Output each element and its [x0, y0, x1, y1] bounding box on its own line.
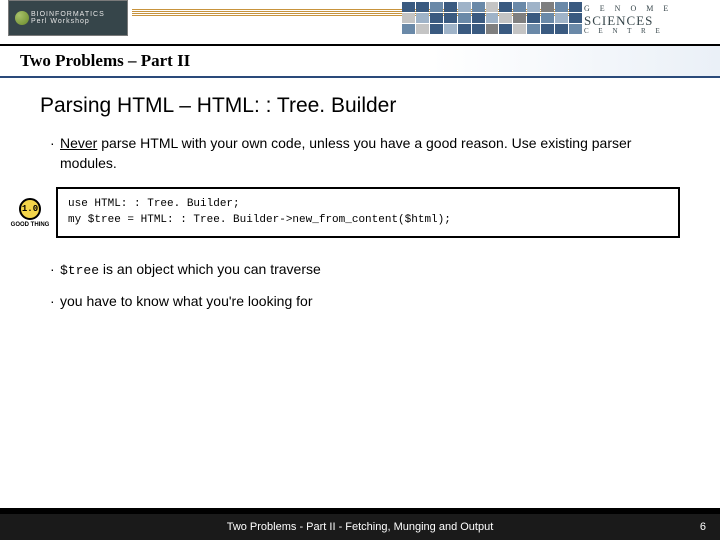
good-thing-badge: 1.0 GOOD THING	[10, 198, 50, 228]
bullet-1: Never parse HTML with your own code, unl…	[0, 134, 720, 173]
bullet-2-text: is an object which you can traverse	[99, 261, 321, 277]
bullet-1-underline: Never	[60, 135, 97, 151]
bullet-2-code: $tree	[60, 263, 99, 278]
footer-row: Two Problems - Part II - Fetching, Mungi…	[0, 514, 720, 540]
title-bar: Two Problems – Part II	[0, 44, 720, 78]
bullet-1-text: parse HTML with your own code, unless yo…	[60, 135, 631, 171]
logo-right-line2: SCIENCES	[584, 14, 653, 27]
banner: BIOINFORMATICS Perl Workshop G E N O M E…	[0, 0, 720, 44]
badge-circle: 1.0	[19, 198, 41, 220]
content-heading: Parsing HTML – HTML: : Tree. Builder	[0, 94, 720, 118]
logo-text-bottom: Perl Workshop	[31, 18, 127, 25]
logo-right-line3: C E N T R E	[584, 28, 664, 35]
slide: BIOINFORMATICS Perl Workshop G E N O M E…	[0, 0, 720, 540]
logo-left: BIOINFORMATICS Perl Workshop	[8, 0, 128, 36]
logo-text-top: BIOINFORMATICS	[31, 11, 127, 18]
bullet-3: you have to know what you're looking for	[0, 292, 720, 312]
footer-text: Two Problems - Part II - Fetching, Mungi…	[227, 521, 494, 533]
badge-caption: GOOD THING	[11, 222, 50, 228]
logo-right-line1: G E N O M E	[584, 5, 672, 13]
slide-title: Two Problems – Part II	[20, 51, 190, 71]
logo-right: G E N O M E SCIENCES C E N T R E	[584, 2, 712, 38]
code-row: 1.0 GOOD THING use HTML: : Tree. Builder…	[10, 187, 710, 238]
mosaic-decoration	[402, 2, 582, 34]
footer: Two Problems - Part II - Fetching, Mungi…	[0, 508, 720, 540]
code-block: use HTML: : Tree. Builder; my $tree = HT…	[56, 187, 680, 238]
bullet-2: $tree is an object which you can travers…	[0, 260, 720, 280]
swirl-icon	[15, 11, 29, 25]
page-number: 6	[700, 521, 706, 533]
content-area: Parsing HTML – HTML: : Tree. Builder Nev…	[0, 78, 720, 540]
